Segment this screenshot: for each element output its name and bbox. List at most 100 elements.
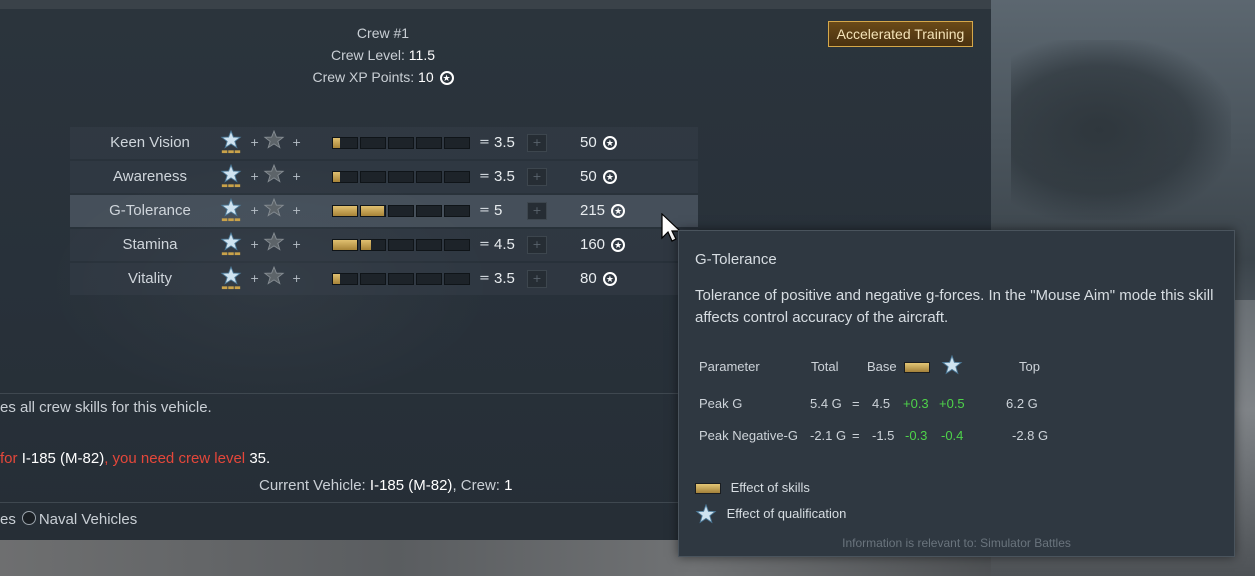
tooltip-footer: Information is relevant to: Simulator Ba… [842,536,1071,550]
skill-cost: 80 [580,263,617,295]
legend-skills: Effect of skills [695,480,810,495]
skill-bar-segment [332,273,358,285]
skill-bar-segment [360,273,386,285]
increase-skill-button[interactable]: + [527,270,547,288]
skill-bar-segment [416,205,442,217]
skill-value: 3.5 [494,168,515,185]
plus-sign: + [292,136,302,149]
skill-name: Vitality [128,270,172,287]
skill-bar-segment [416,273,442,285]
plus-sign: + [250,204,260,217]
requirement-end: . [266,450,271,467]
crew-xp-star-icon [611,204,626,218]
skill-row-stamina[interactable]: Stamina + + = 4.5 +160 [70,229,698,261]
skill-row-g-tolerance[interactable]: G-Tolerance + + = 5 +215 [70,195,698,227]
skill-cost-value: 50 [580,134,597,151]
equals-sign: = [479,203,490,218]
divider [0,393,680,394]
rank-star-icon [220,129,242,156]
legend-skills-label: Effect of skills [730,480,810,495]
accelerated-training-button[interactable]: Accelerated Training [828,21,973,47]
skill-name: Stamina [122,236,178,253]
tooltip-description: Tolerance of positive and negative g-for… [695,287,1214,326]
increase-skill-button[interactable]: + [527,134,547,152]
qualification-star-icon [941,354,963,380]
rank-star-icon [220,231,242,258]
current-vehicle-value: I-185 (M-82) [369,477,453,494]
divider [0,502,680,503]
skill-value: 4.5 [494,236,515,253]
row-peak-g-top: 6.2 G [1006,396,1038,411]
skill-bar-segment [388,137,414,149]
crew-xp-star-icon [602,170,617,184]
equals-sign: = [479,135,490,150]
skill-name: Awareness [113,168,187,185]
crew-title: Crew #1 [356,25,410,41]
skill-bar-segment [444,137,470,149]
tooltip-title: G-Tolerance [695,251,777,268]
plus-sign: + [292,272,302,285]
row-peak-neg-g-total: -2.1 G [810,428,847,443]
skill-cost: 215 [580,195,626,227]
row-peak-neg-g-skills: -0.3 [905,428,928,443]
crew-xp-star-icon [602,272,617,286]
crew-level-label: Crew Level: [330,47,405,63]
equals-sign: = [479,169,490,184]
filter-naval-label[interactable]: Naval Vehicles [39,511,137,528]
skill-value: 3.5 [494,270,515,287]
skill-cost-value: 160 [580,236,606,253]
hangar-shadow [1011,40,1231,220]
skill-cost: 50 [580,161,617,193]
row-peak-neg-g-eq: = [852,428,860,443]
skill-bar-segment [416,137,442,149]
skill-row-vitality[interactable]: Vitality + + = 3.5 +80 [70,263,698,295]
row-peak-neg-g-base: -1.5 [872,428,895,443]
row-peak-neg-g-top: -2.8 G [1012,428,1049,443]
skill-bar-segment [444,205,470,217]
skills-bar-icon [904,359,930,374]
row-peak-neg-g-qual: -0.4 [941,428,964,443]
increase-skill-button[interactable]: + [527,202,547,220]
locked-rank-star-icon [263,129,285,156]
plus-sign: + [250,136,260,149]
radio-naval-vehicles[interactable] [21,511,36,525]
header-top: Top [1019,359,1040,374]
skill-progress-bar [332,205,470,217]
skill-value: 3.5 [494,134,515,151]
skill-progress-bar [332,137,470,149]
skill-bar-segment [332,137,358,149]
row-peak-g-skills: +0.3 [903,396,929,411]
skill-bar-segment [388,205,414,217]
skill-tooltip: G-Tolerance Tolerance of positive and ne… [678,230,1235,557]
crew-level-value: 11.5 [408,47,436,63]
skill-progress-bar [332,239,470,251]
skill-cost-value: 80 [580,270,597,287]
skill-bar-segment [360,137,386,149]
row-peak-g-eq: = [852,396,860,411]
crew-label: , Crew: [452,477,500,494]
skill-bar-segment [388,273,414,285]
row-peak-g-base: 4.5 [872,396,891,411]
skill-bar-segment [388,239,414,251]
skill-bar-segment [444,273,470,285]
crew-xp-star-icon [439,71,454,85]
skill-row-awareness[interactable]: Awareness + + = 3.5 +50 [70,161,698,193]
crew-xp-star-icon [611,238,626,252]
skill-row-keen-vision[interactable]: Keen Vision + + = 3.5 +50 [70,127,698,159]
skill-bar-segment [332,239,358,251]
equals-sign: = [479,237,490,252]
requirement-level: 35 [249,450,266,467]
row-peak-g-parameter: Peak G [699,396,743,411]
legend-qualification-label: Effect of qualification [726,506,847,522]
skill-bar-segment [360,205,386,217]
header-base: Base [867,359,897,374]
skill-cost: 160 [580,229,626,261]
filter-prev-tail[interactable]: es [0,511,16,528]
crew-xp-label: Crew XP Points: [312,69,415,85]
info-text-requirement: for I-185 (M-82), you need crew level 35… [0,450,270,467]
increase-skill-button[interactable]: + [527,236,547,254]
increase-skill-button[interactable]: + [527,168,547,186]
vehicle-filter: es Naval Vehicles [0,511,137,528]
skill-value: 5 [494,202,503,219]
skill-cost-value: 215 [580,202,606,219]
